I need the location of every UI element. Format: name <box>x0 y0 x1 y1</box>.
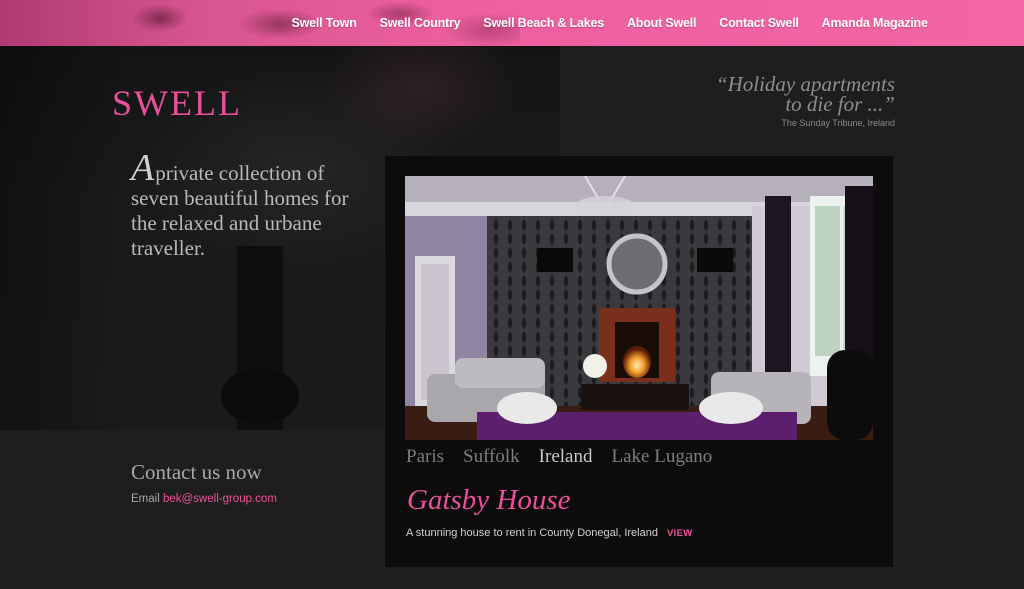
contact-heading: Contact us now <box>131 460 262 484</box>
nav-item-swell-country[interactable]: Swell Country <box>368 16 472 30</box>
hero-tagline: Aprivate collection of seven beautiful h… <box>131 149 371 261</box>
nav-item-contact-swell[interactable]: Contact Swell <box>708 16 810 30</box>
location-tab-lake-lugano[interactable]: Lake Lugano <box>611 446 712 468</box>
location-tab-paris[interactable]: Paris <box>406 446 444 468</box>
view-house-link[interactable]: VIEW <box>667 528 692 539</box>
quote-source: The Sunday Tribune, Ireland <box>781 118 895 128</box>
location-tab-suffolk[interactable]: Suffolk <box>463 446 520 468</box>
main-nav: Swell Town Swell Country Swell Beach & L… <box>280 0 939 46</box>
tagline-dropcap: A <box>131 147 155 189</box>
nav-item-swell-beach-lakes[interactable]: Swell Beach & Lakes <box>472 16 616 30</box>
email-link[interactable]: bek@swell-group.com <box>163 493 277 505</box>
top-navigation-bar: Swell Town Swell Country Swell Beach & L… <box>0 0 1024 46</box>
swell-logo[interactable]: SWELL <box>112 82 242 124</box>
quote-line-2: to die for ...” <box>785 92 895 116</box>
featured-house-photo[interactable] <box>405 176 873 440</box>
nav-item-amanda-magazine[interactable]: Amanda Magazine <box>810 16 939 30</box>
vase-silhouette <box>195 246 325 430</box>
house-title: Gatsby House <box>407 484 571 516</box>
email-label: Email <box>131 493 160 505</box>
nav-item-swell-town[interactable]: Swell Town <box>280 16 368 30</box>
tagline-text: private collection of seven beautiful ho… <box>131 161 349 260</box>
location-tabs: Paris Suffolk Ireland Lake Lugano <box>406 446 712 468</box>
location-tab-ireland[interactable]: Ireland <box>539 446 593 468</box>
living-room-illustration <box>405 176 873 440</box>
hero-shadow <box>0 46 130 430</box>
gallery-panel: Paris Suffolk Ireland Lake Lugano Gatsby… <box>385 156 893 567</box>
quote-line-1: “Holiday apartments <box>715 72 895 96</box>
house-description: A stunning house to rent in County Doneg… <box>406 527 658 539</box>
nav-item-about-swell[interactable]: About Swell <box>615 16 707 30</box>
contact-email-line: Email bek@swell-group.com <box>131 493 277 505</box>
press-quote: “Holiday apartments to die for ...” The … <box>690 72 895 129</box>
